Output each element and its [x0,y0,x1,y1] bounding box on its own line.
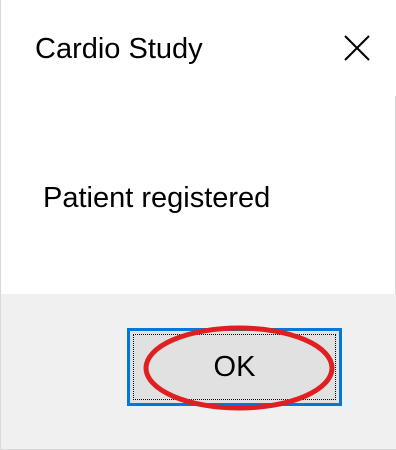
ok-button-label: OK [213,350,256,383]
ok-button[interactable]: OK [127,328,342,406]
close-button[interactable] [329,22,385,74]
dialog-title: Cardio Study [35,33,203,65]
message-dialog: Cardio Study Patient registered OK [0,0,396,450]
close-icon [344,35,370,61]
title-bar: Cardio Study [1,0,396,96]
dialog-message: Patient registered [43,182,271,214]
dialog-footer: OK [1,294,396,450]
